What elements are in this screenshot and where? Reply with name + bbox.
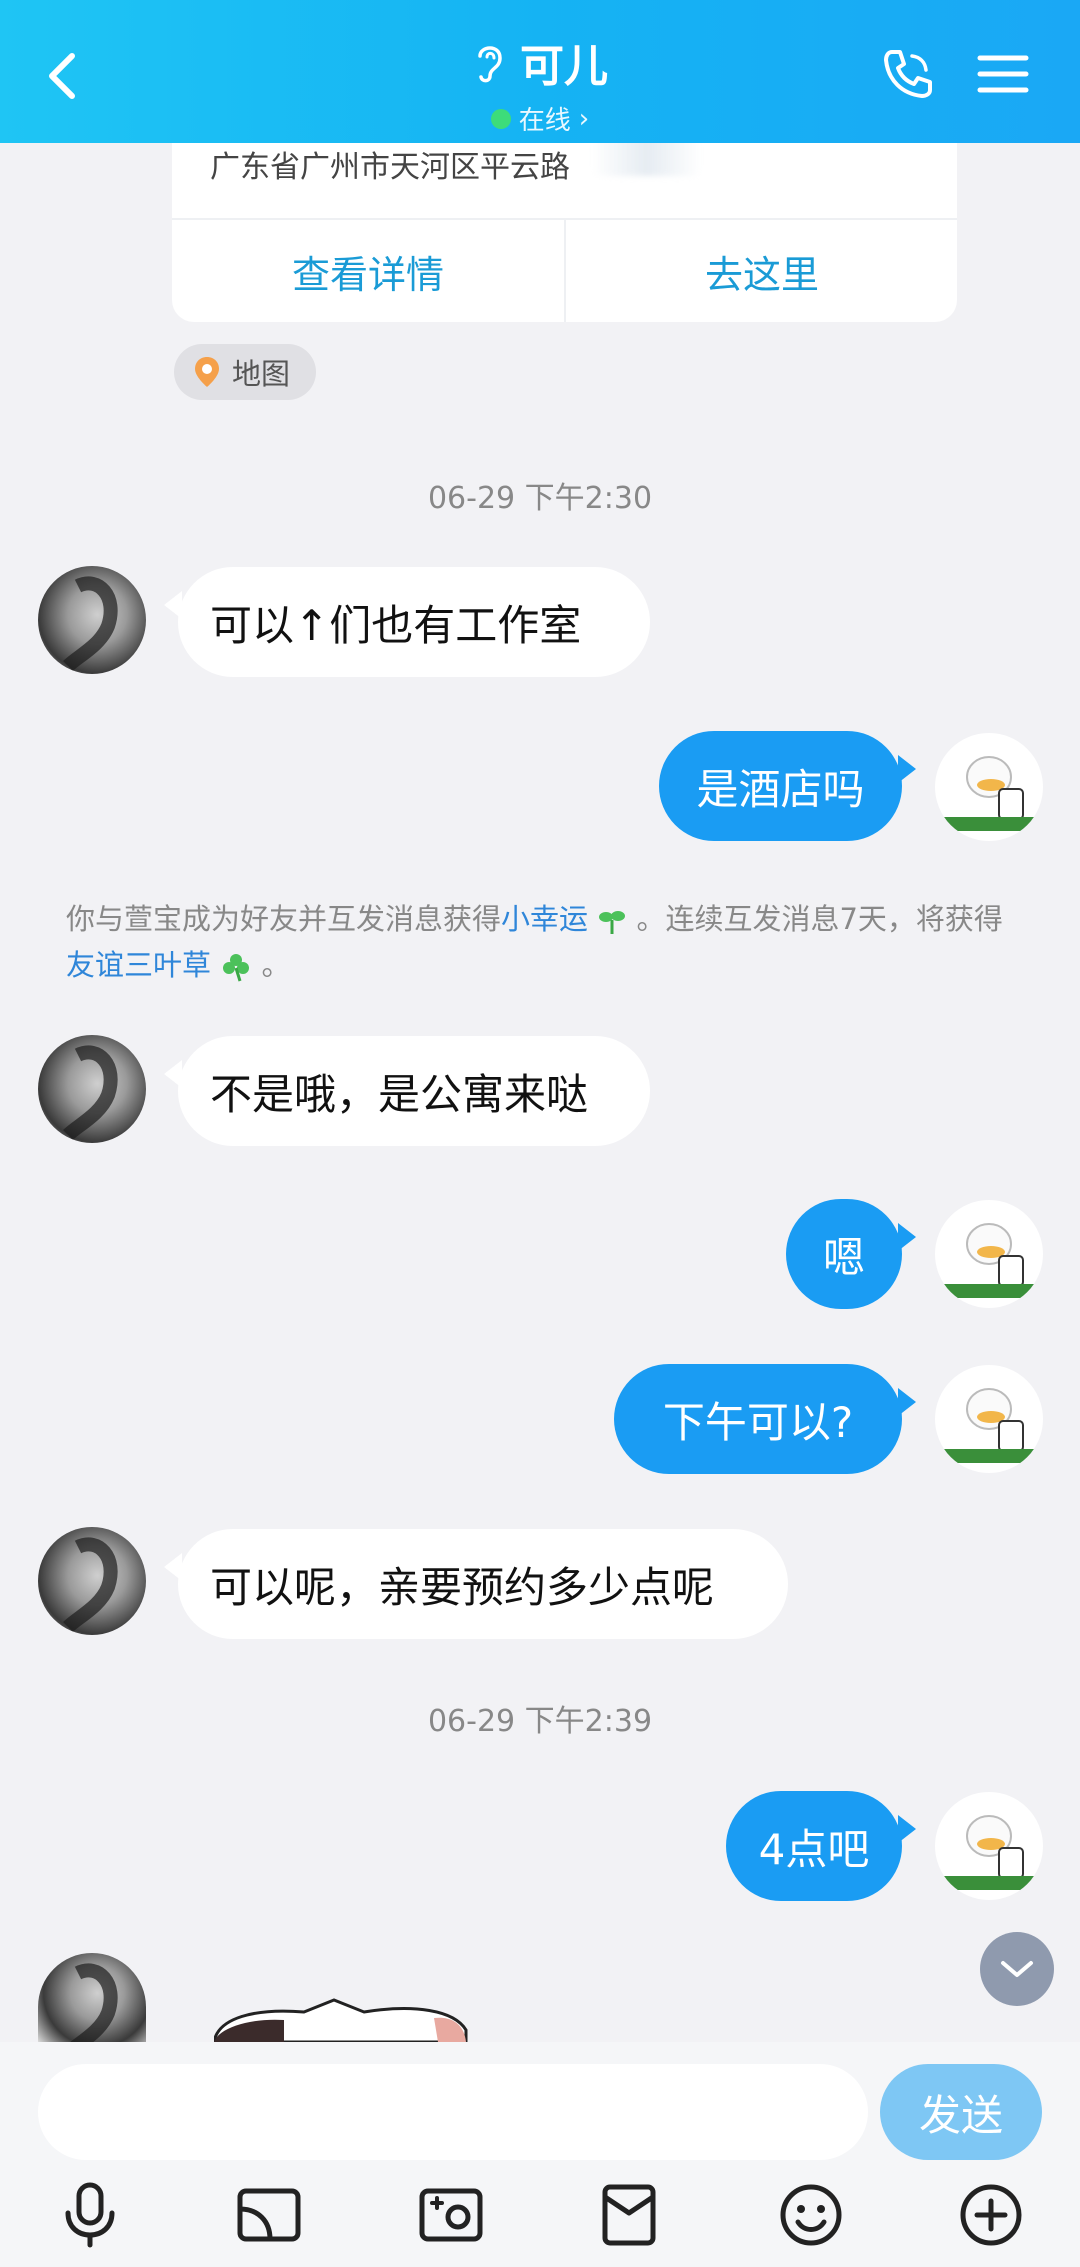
message-bubble[interactable]: 可以呢，亲要预约多少点呢 bbox=[164, 1529, 788, 1639]
map-tag[interactable]: 地图 bbox=[174, 344, 317, 400]
chevron-right-icon: › bbox=[578, 103, 590, 134]
avatar[interactable] bbox=[38, 566, 146, 674]
menu-icon bbox=[977, 55, 1029, 93]
online-dot-icon bbox=[490, 108, 511, 129]
view-details-button[interactable]: 查看详情 bbox=[172, 220, 564, 322]
online-status[interactable]: 在线 › bbox=[0, 100, 1080, 137]
map-tag-label: 地图 bbox=[232, 357, 291, 391]
contact-name: 可儿 bbox=[520, 41, 608, 92]
location-address: 广东省广州市天河区平云路 bbox=[210, 150, 570, 185]
sprout-icon bbox=[599, 911, 626, 934]
lucky-link[interactable]: 小幸运 bbox=[501, 902, 588, 936]
red-packet-button[interactable] bbox=[592, 2178, 666, 2252]
message-bubble[interactable]: 嗯 bbox=[786, 1199, 916, 1309]
go-here-button[interactable]: 去这里 bbox=[566, 220, 957, 322]
chevron-down-icon bbox=[1001, 1961, 1033, 1977]
emoji-button[interactable] bbox=[774, 2178, 848, 2252]
status-text: 在线 bbox=[518, 106, 571, 136]
my-avatar[interactable] bbox=[935, 733, 1043, 841]
timestamp: 06-29 下午2:30 bbox=[427, 481, 653, 516]
clover-icon bbox=[223, 954, 250, 982]
sticker-message[interactable] bbox=[214, 1990, 474, 2042]
chat-header: 可儿 在线 › bbox=[0, 0, 1080, 143]
emoji-icon bbox=[780, 2184, 842, 2246]
avatar[interactable] bbox=[38, 1953, 146, 2042]
menu-button[interactable] bbox=[976, 50, 1030, 98]
screen-cast-icon bbox=[237, 2188, 301, 2242]
photo-button[interactable] bbox=[414, 2178, 488, 2252]
message-bubble[interactable]: 不是哦，是公寓来哒 bbox=[164, 1036, 650, 1146]
message-bubble[interactable]: 可以↑们也有工作室 bbox=[164, 567, 650, 677]
message-bubble[interactable]: 是酒店吗 bbox=[659, 731, 916, 841]
phone-call-button[interactable] bbox=[880, 46, 936, 102]
message-bubble[interactable]: 下午可以? bbox=[614, 1364, 916, 1474]
my-avatar[interactable] bbox=[935, 1200, 1043, 1308]
message-input[interactable] bbox=[38, 2064, 868, 2160]
my-avatar[interactable] bbox=[935, 1365, 1043, 1473]
ear-icon bbox=[478, 46, 502, 83]
input-bar: 发送 bbox=[0, 2042, 1080, 2267]
photo-icon bbox=[419, 2188, 483, 2242]
screen-cast-button[interactable] bbox=[232, 2178, 306, 2252]
phone-icon bbox=[884, 50, 932, 98]
scroll-to-bottom-button[interactable] bbox=[980, 1932, 1054, 2006]
send-button[interactable]: 发送 bbox=[880, 2064, 1042, 2160]
voice-button[interactable] bbox=[53, 2178, 127, 2252]
more-button[interactable] bbox=[954, 2178, 1028, 2252]
timestamp: 06-29 下午2:39 bbox=[427, 1704, 653, 1739]
location-pin-icon bbox=[195, 357, 219, 387]
friendship-system-note: 你与萱宝成为好友并互发消息获得小幸运 。连续互发消息7天，将获得友谊三叶草 。 bbox=[66, 902, 1003, 982]
message-bubble[interactable]: 4点吧 bbox=[726, 1791, 916, 1901]
avatar[interactable] bbox=[38, 1527, 146, 1635]
red-packet-icon bbox=[602, 2184, 656, 2246]
microphone-icon bbox=[65, 2182, 115, 2248]
avatar[interactable] bbox=[38, 1035, 146, 1143]
my-avatar[interactable] bbox=[935, 1792, 1043, 1900]
clover-link[interactable]: 友谊三叶草 bbox=[66, 948, 211, 982]
plus-icon bbox=[960, 2184, 1022, 2246]
